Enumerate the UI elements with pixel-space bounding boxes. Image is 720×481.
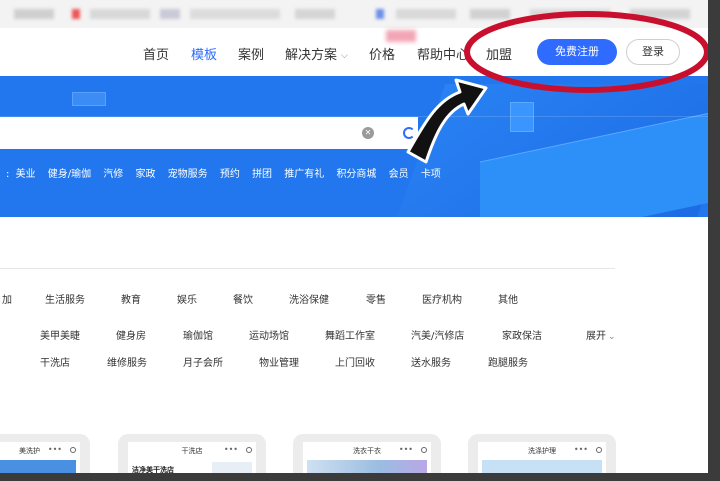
subcategory-item[interactable]: 瑜伽馆 xyxy=(183,327,213,342)
subcategory-item[interactable]: 跑腿服务 xyxy=(488,354,528,369)
hot-tag[interactable]: 预约 xyxy=(220,169,240,180)
subcategory-item[interactable]: 干洗店 xyxy=(40,354,70,369)
nav-templates[interactable]: 模板 xyxy=(191,44,217,63)
chevron-down-icon: ⌵ xyxy=(341,51,348,61)
clear-icon[interactable]: ✕ xyxy=(362,127,374,139)
subcategory-item[interactable]: 上门回收 xyxy=(335,354,375,369)
annotation-arrow-icon xyxy=(406,78,488,164)
nav-solutions-label: 解决方案 xyxy=(285,48,338,63)
category-divider xyxy=(0,268,615,269)
subcategory-item[interactable]: 物业管理 xyxy=(259,354,299,369)
hot-tag[interactable]: 美业 xyxy=(16,169,36,180)
hot-tag[interactable]: 宠物服务 xyxy=(168,169,208,180)
subcategory-item[interactable]: 送水服务 xyxy=(411,354,451,369)
subcategory-item[interactable]: 维修服务 xyxy=(107,354,147,369)
hot-tags: : 美业 健身/瑜伽 汽修 家政 宠物服务 预约 拼团 推广有礼 积分商城 会员… xyxy=(6,165,450,180)
hot-tag[interactable]: 积分商城 xyxy=(336,169,376,180)
category-item[interactable]: 加 xyxy=(2,291,12,306)
expand-button[interactable]: 展开 ⌄ xyxy=(586,327,616,342)
subcategory-item[interactable]: 舞蹈工作室 xyxy=(325,327,375,342)
record-icon xyxy=(421,447,427,453)
hero-block-shape xyxy=(72,92,106,106)
blurred-badge xyxy=(386,30,416,42)
more-icon: ••• xyxy=(47,445,62,454)
hot-tag-prefix: : xyxy=(6,169,10,180)
hot-tag[interactable]: 拼团 xyxy=(252,169,272,180)
red-annotation-oval xyxy=(464,11,708,93)
hot-tag[interactable]: 卡项 xyxy=(421,169,441,180)
subcategory-item[interactable]: 美甲美睫 xyxy=(40,327,80,342)
category-item[interactable]: 娱乐 xyxy=(177,291,197,306)
chevron-down-icon: ⌄ xyxy=(608,332,616,342)
subcategory-item[interactable]: 健身房 xyxy=(116,327,146,342)
category-item[interactable]: 生活服务 xyxy=(45,291,85,306)
browser-viewport: 首页 模板 案例 解决方案 ⌵ 价格 帮助中心 加盟 免费注册 登录 ✕ : 美业… xyxy=(0,0,708,481)
category-item[interactable]: 教育 xyxy=(121,291,141,306)
template-search-input[interactable] xyxy=(0,117,418,149)
subcategory-item[interactable]: 月子会所 xyxy=(183,354,223,369)
category-item[interactable]: 洗浴保健 xyxy=(289,291,329,306)
more-icon: ••• xyxy=(223,445,238,454)
hot-tag[interactable]: 汽修 xyxy=(103,169,123,180)
category-item[interactable]: 其他 xyxy=(498,291,518,306)
subcategory-item[interactable]: 汽美/汽修店 xyxy=(411,327,464,342)
record-icon xyxy=(596,447,602,453)
category-item[interactable]: 餐饮 xyxy=(233,291,253,306)
nav-solutions[interactable]: 解决方案 ⌵ xyxy=(285,44,348,63)
hero-cube-shape xyxy=(510,102,534,132)
hot-tag[interactable]: 家政 xyxy=(136,169,156,180)
nav-cases[interactable]: 案例 xyxy=(238,44,264,63)
hot-tag[interactable]: 健身/瑜伽 xyxy=(48,169,91,180)
record-icon xyxy=(70,447,76,453)
hot-tag[interactable]: 会员 xyxy=(389,169,409,180)
category-item[interactable]: 零售 xyxy=(366,291,386,306)
card-title: 美洗护 xyxy=(19,447,40,455)
category-item[interactable]: 医疗机构 xyxy=(422,291,462,306)
subcategory-item[interactable]: 运动场馆 xyxy=(249,327,289,342)
record-icon xyxy=(246,447,252,453)
window-edge xyxy=(0,473,720,481)
nav-home[interactable]: 首页 xyxy=(143,44,169,63)
window-edge xyxy=(708,0,720,481)
nav-pricing[interactable]: 价格 xyxy=(369,44,395,63)
expand-label: 展开 xyxy=(586,331,606,342)
subcategory-item[interactable]: 家政保洁 xyxy=(502,327,542,342)
more-icon: ••• xyxy=(398,445,413,454)
hot-tag[interactable]: 推广有礼 xyxy=(284,169,324,180)
more-icon: ••• xyxy=(573,445,588,454)
